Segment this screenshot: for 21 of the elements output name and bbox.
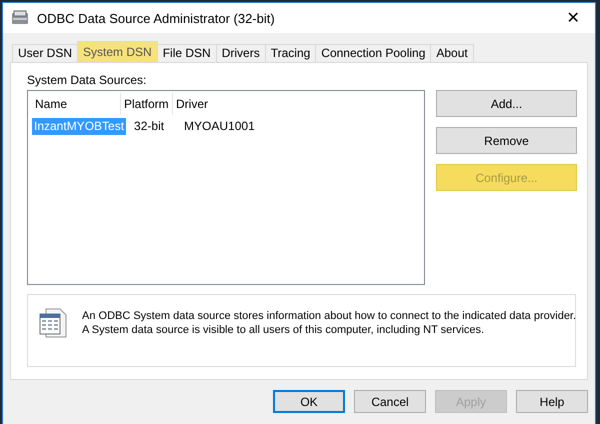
tab[interactable]: User DSN	[12, 44, 78, 62]
table-cell[interactable]: MYOAU1001	[181, 118, 292, 134]
dialog-button[interactable]: Remove	[436, 127, 577, 154]
tab[interactable]: Tracing	[264, 44, 316, 62]
tab[interactable]: Connection Pooling	[315, 44, 432, 62]
dialog-button[interactable]: OK	[273, 390, 345, 413]
window-title: ODBC Data Source Administrator (32-bit)	[37, 10, 276, 26]
table-cell[interactable]: 32-bit	[131, 118, 182, 134]
info-text: An ODBC System data source stores information about how to connect to the indicated data provider.	[82, 309, 576, 323]
info-text: A System data source is visible to all users of this computer, including NT services.	[82, 323, 486, 337]
column-header[interactable]: Platform	[121, 93, 173, 115]
column-header[interactable]: Name	[32, 93, 121, 115]
dialog-button[interactable]: Add...	[436, 90, 577, 117]
dialog-button[interactable]: Help	[516, 390, 588, 413]
close-button[interactable]: ✕	[553, 8, 593, 28]
list-label: System Data Sources:	[27, 73, 146, 87]
tab[interactable]: About	[430, 44, 474, 62]
tab[interactable]: System DSN	[77, 41, 158, 62]
dialog-button[interactable]: Cancel	[354, 390, 426, 413]
column-header[interactable]: Driver	[173, 93, 283, 115]
data-source-list[interactable]: Name Platform Driver InzantMYOBTest 32-bit MYOAU1001	[27, 90, 425, 285]
